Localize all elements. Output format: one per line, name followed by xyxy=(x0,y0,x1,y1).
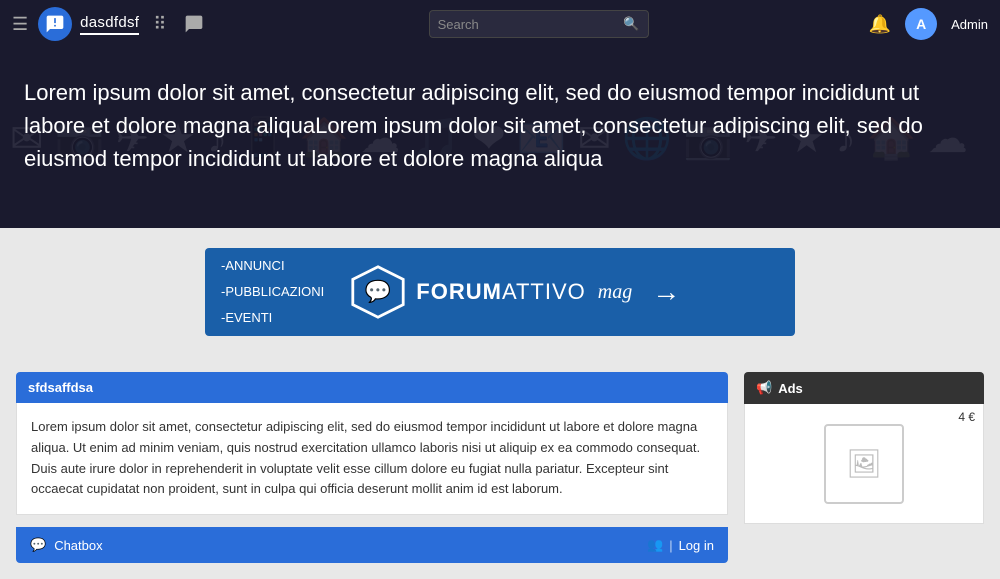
chatbox-pipe: | xyxy=(669,538,672,553)
chatbox-bar[interactable]: 💬 Chatbox 👥 | Log in xyxy=(16,527,728,563)
hero-banner: ✉ 📷 ✈ ★ ♪ 📱 🏠 ☁ 🎵 ❤ 📧 ✉ 🌐 📷 ✈ ★ ♪ 🏠 ☁ Lo… xyxy=(0,48,1000,228)
brand-logo-icon xyxy=(45,14,65,34)
image-icon: 🖼 xyxy=(846,447,882,480)
forum-bold: FORUM xyxy=(416,279,502,304)
grid-icon[interactable]: ⠿ xyxy=(149,10,170,39)
users-icon: 👥 xyxy=(647,537,663,553)
ads-price: 4 € xyxy=(958,410,975,424)
search-area: 🔍 xyxy=(220,10,856,38)
search-input[interactable] xyxy=(438,17,624,32)
bell-icon[interactable]: 🔔 xyxy=(869,14,891,35)
search-icon: 🔍 xyxy=(623,16,639,32)
ads-header: 📢 Ads xyxy=(744,372,984,404)
main-content: sfdsaffdsa Lorem ipsum dolor sit amet, c… xyxy=(0,356,1000,579)
hamburger-icon[interactable]: ☰ xyxy=(12,14,28,35)
promo-line-3: -EVENTI xyxy=(221,305,324,331)
chatbox-left: 💬 Chatbox xyxy=(30,537,103,553)
forum-text: FORUMATTIVO xyxy=(416,279,585,305)
promo-banner[interactable]: -ANNUNCI -PUBBLICAZIONI -EVENTI 💬 FORUMA… xyxy=(205,248,795,336)
card-body: Lorem ipsum dolor sit amet, consectetur … xyxy=(16,403,728,515)
brand-name[interactable]: dasdfdsf xyxy=(80,14,139,35)
promo-right: FORUMATTIVO mag → xyxy=(416,276,795,308)
promo-line-1: -ANNUNCI xyxy=(221,253,324,279)
forum-mag: mag xyxy=(598,281,632,304)
chatbox-right: 👥 | Log in xyxy=(647,537,714,553)
navbar-left: ☰ dasdfdsf ⠿ xyxy=(12,7,208,41)
left-column: sfdsaffdsa Lorem ipsum dolor sit amet, c… xyxy=(16,372,728,563)
card-header: sfdsaffdsa xyxy=(16,372,728,403)
avatar[interactable]: A xyxy=(905,8,937,40)
navbar-right: 🔔 A Admin xyxy=(869,8,988,40)
ad-icon: 📢 xyxy=(756,380,772,396)
promo-left: -ANNUNCI -PUBBLICAZIONI -EVENTI xyxy=(205,253,340,331)
search-wrapper: 🔍 xyxy=(429,10,649,38)
ad-image-placeholder: 🖼 xyxy=(824,424,904,504)
hero-text: Lorem ipsum dolor sit amet, consectetur … xyxy=(24,76,924,175)
svg-text:💬: 💬 xyxy=(365,279,391,304)
promo-center: 💬 xyxy=(340,260,416,324)
promo-arrow: → xyxy=(652,276,680,308)
promo-line-2: -PUBBLICAZIONI xyxy=(221,279,324,305)
chatbox-label: Chatbox xyxy=(54,538,102,553)
promo-section: -ANNUNCI -PUBBLICAZIONI -EVENTI 💬 FORUMA… xyxy=(0,228,1000,356)
ads-body: 4 € 🖼 xyxy=(744,404,984,524)
chat-icon[interactable] xyxy=(180,10,208,38)
forum-normal: ATTIVO xyxy=(502,279,586,304)
right-column: 📢 Ads 4 € 🖼 xyxy=(744,372,984,563)
admin-label: Admin xyxy=(951,17,988,32)
navbar-brand: dasdfdsf xyxy=(38,7,139,41)
ads-label: Ads xyxy=(778,381,803,396)
hex-icon: 💬 xyxy=(350,260,406,324)
chat-bubble-icon: 💬 xyxy=(30,537,46,553)
login-link[interactable]: Log in xyxy=(679,538,714,553)
navbar: ☰ dasdfdsf ⠿ 🔍 🔔 A Admin xyxy=(0,0,1000,48)
brand-icon[interactable] xyxy=(38,7,72,41)
